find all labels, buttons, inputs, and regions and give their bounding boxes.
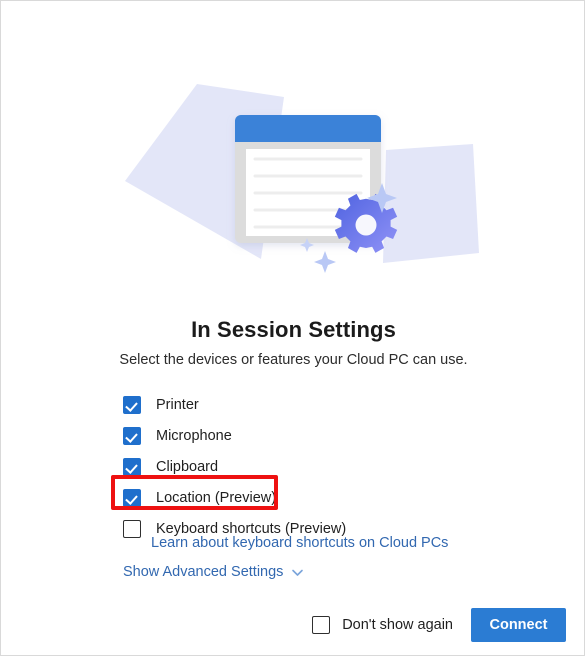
- page-title: In Session Settings: [191, 317, 396, 342]
- chevron-down-icon: [291, 566, 304, 579]
- show-advanced-settings-toggle[interactable]: Show Advanced Settings: [123, 564, 304, 580]
- checkbox-printer[interactable]: [123, 395, 141, 414]
- checkbox-dont-show-again[interactable]: [312, 616, 331, 634]
- footer-bar: Don't show again Connect: [1, 605, 584, 645]
- in-session-settings-dialog: In Session Settings Select the devices o…: [0, 0, 585, 656]
- option-row-microphone[interactable]: Microphone: [123, 420, 543, 451]
- learn-keyboard-shortcuts-link[interactable]: Learn about keyboard shortcuts on Cloud …: [151, 535, 448, 551]
- device-options-list: Printer Microphone Clipboard Location (P…: [123, 389, 543, 544]
- show-advanced-settings-label: Show Advanced Settings: [123, 564, 284, 580]
- option-row-location[interactable]: Location (Preview): [123, 482, 543, 513]
- option-label-location: Location (Preview): [156, 489, 277, 506]
- dont-show-again-label: Don't show again: [342, 617, 453, 633]
- checkbox-microphone[interactable]: [123, 426, 141, 445]
- checkbox-keyboard-shortcuts[interactable]: [123, 519, 141, 538]
- checkbox-location[interactable]: [123, 488, 141, 507]
- page-subtitle: Select the devices or features your Clou…: [119, 352, 468, 368]
- option-label-microphone: Microphone: [156, 427, 232, 444]
- sparkle-icon-medium: [314, 251, 336, 273]
- checkbox-clipboard[interactable]: [123, 457, 141, 476]
- dont-show-again-row[interactable]: Don't show again: [312, 616, 453, 634]
- header-illustration: [1, 1, 584, 301]
- heading-block: In Session Settings Select the devices o…: [1, 317, 584, 368]
- option-row-printer[interactable]: Printer: [123, 389, 543, 420]
- option-row-clipboard[interactable]: Clipboard: [123, 451, 543, 482]
- option-label-clipboard: Clipboard: [156, 458, 219, 475]
- option-label-printer: Printer: [156, 396, 199, 413]
- paper-shape-right: [383, 144, 479, 263]
- connect-button[interactable]: Connect: [471, 608, 566, 642]
